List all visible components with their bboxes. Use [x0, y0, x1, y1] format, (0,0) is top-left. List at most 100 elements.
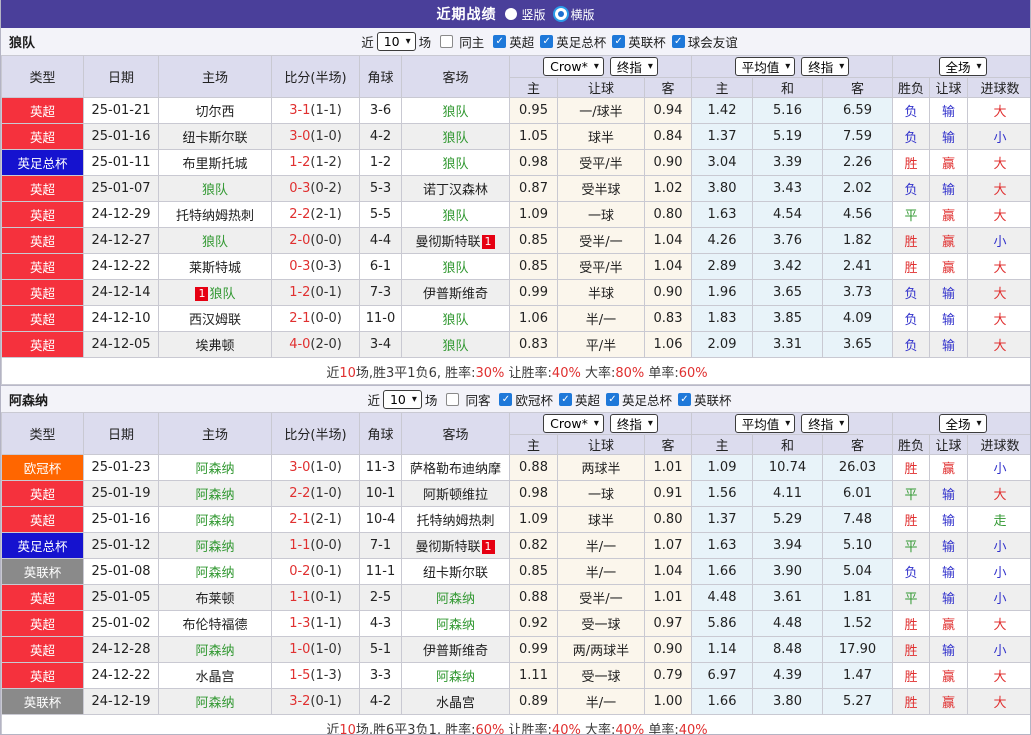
- layout-option-vertical[interactable]: 竖版: [505, 6, 546, 23]
- avg-away-cell: 5.27: [822, 688, 894, 715]
- score-cell: 1-5(1-3): [271, 662, 360, 689]
- filter-controls: 近 10 场 同客 欧冠杯 英超 英足总杯 英联杯: [367, 389, 732, 409]
- avg-away-cell: 5.04: [822, 558, 894, 585]
- league-type-badge: 欧冠杯: [1, 454, 84, 481]
- league-type-badge: 英联杯: [1, 688, 84, 715]
- avg-draw-cell: 3.61: [752, 584, 824, 611]
- odds-home-cell: 0.98: [509, 149, 558, 176]
- odds-stage-select[interactable]: 终指: [609, 57, 658, 76]
- corners-cell: 7-1: [359, 532, 402, 559]
- summary-text-segment: 单率:: [644, 365, 679, 381]
- radio-icon[interactable]: [505, 8, 518, 20]
- corners-cell: 3-3: [359, 662, 402, 689]
- same-venue-checkbox[interactable]: [446, 392, 460, 406]
- team-filter-row: 阿森纳 近 10 场 同客 欧冠杯 英超 英足总杯 英联杯: [1, 385, 1030, 412]
- average-stage-select[interactable]: 终指: [801, 57, 850, 76]
- winlose-result-cell: 胜: [892, 149, 931, 176]
- avg-draw-cell: 5.19: [752, 123, 824, 150]
- near-label: 近: [367, 392, 380, 408]
- team-name: 阿森纳: [9, 393, 49, 409]
- bookmaker-select-label: Crow*: [550, 416, 588, 431]
- summary-text-segment: 场,胜6平3负1, 胜率:: [355, 722, 476, 735]
- handicap-cell: 受半/一: [557, 227, 645, 254]
- league-type-badge: 英超: [1, 279, 84, 306]
- summary-text-segment: 近: [326, 722, 340, 735]
- match-count-select[interactable]: 10: [376, 32, 416, 51]
- same-venue-label: 同客: [465, 392, 491, 408]
- average-select[interactable]: 平均值: [734, 414, 796, 433]
- league-checkbox-label: 英超: [574, 392, 600, 408]
- games-label: 场: [424, 392, 438, 408]
- avg-away-cell: 2.26: [822, 149, 894, 176]
- winlose-result-cell: 胜: [892, 506, 931, 533]
- bookmaker-select-label: Crow*: [550, 59, 588, 74]
- odds-stage-select[interactable]: 终指: [609, 414, 658, 433]
- score-cell: 0-3(0-2): [271, 175, 360, 202]
- league-checkbox[interactable]: [605, 392, 619, 406]
- red-card-badge: 1: [481, 235, 495, 249]
- league-checkbox[interactable]: [558, 392, 572, 406]
- odds-away-cell: 1.01: [643, 454, 693, 481]
- avg-away-cell: 1.81: [822, 584, 894, 611]
- team-cell: 布里斯托城: [158, 149, 272, 176]
- col-home: 主场: [158, 55, 272, 98]
- handicap-result-cell: 输: [929, 97, 969, 124]
- average-stage-select[interactable]: 终指: [801, 414, 850, 433]
- score-cell: 2-2(1-0): [271, 480, 360, 507]
- near-label: 近: [361, 35, 374, 50]
- avg-draw-cell: 4.11: [752, 480, 824, 507]
- period-select[interactable]: 全场: [938, 414, 987, 433]
- handicap-result-cell: 输: [929, 175, 969, 202]
- team-cell: 狼队: [401, 253, 510, 280]
- league-type-badge: 英超: [1, 201, 84, 228]
- league-checkbox-label: 英足总杯: [621, 392, 672, 408]
- odds-home-cell: 0.89: [509, 688, 558, 715]
- bookmaker-select[interactable]: Crow*: [543, 57, 604, 76]
- average-select[interactable]: 平均值: [734, 57, 796, 76]
- league-checkbox[interactable]: [671, 35, 685, 48]
- filter-controls: 近 10 场 同主 英超 英足总杯 英联杯 球会友谊: [361, 32, 738, 51]
- score-cell: 2-0(0-0): [271, 227, 360, 254]
- summary-row: 近10场,胜3平1负6, 胜率:30% 让胜率:40% 大率:80% 单率:60…: [1, 357, 1030, 385]
- league-checkbox[interactable]: [612, 35, 626, 48]
- period-select[interactable]: 全场: [938, 57, 987, 76]
- handicap-cell: 球半: [557, 123, 645, 150]
- avg-away-cell: 6.59: [822, 97, 894, 124]
- odds-away-cell: 1.07: [643, 532, 693, 559]
- winlose-result-cell: 负: [892, 305, 931, 332]
- avg-draw-cell: 4.48: [752, 610, 824, 637]
- date-cell: 25-01-23: [83, 454, 159, 481]
- period-select-label: 全场: [945, 60, 971, 75]
- score-cell: 3-0(1-0): [271, 454, 360, 481]
- table-row: 英超 25-01-05 布莱顿 1-1(0-1) 2-5 阿森纳 0.88 受半/一 1.01 4…: [1, 584, 1030, 611]
- table-row: 英超 25-01-16 纽卡斯尔联 3-0(1-0) 4-2 狼队 1.05 球半 0.84 1.…: [1, 123, 1030, 150]
- corners-cell: 5-5: [359, 201, 402, 228]
- avg-home-cell: 1.56: [691, 480, 754, 507]
- layout-option-horizontal[interactable]: 横版: [554, 6, 595, 23]
- table-row: 英超 25-01-16 阿森纳 2-1(2-1) 10-4 托特纳姆热刺 1.09 球半 0.8…: [1, 506, 1030, 533]
- team-cell: 阿森纳: [158, 506, 272, 533]
- league-checkbox[interactable]: [540, 35, 554, 48]
- match-count-select[interactable]: 10: [382, 389, 422, 409]
- odds-away-cell: 0.91: [643, 480, 693, 507]
- team-cell: 狼队: [401, 123, 510, 150]
- summary-text-segment: 10: [339, 365, 356, 381]
- league-checkbox[interactable]: [493, 35, 507, 48]
- radio-checked-icon[interactable]: [554, 8, 567, 20]
- league-checkbox[interactable]: [678, 392, 691, 406]
- table-row: 英超 24-12-14 1 狼队 1-2(0-1) 7-3 伊普斯维奇 0.99 半球 0.90 1…: [1, 279, 1030, 306]
- winlose-result-cell: 负: [892, 279, 931, 306]
- corners-cell: 5-1: [359, 636, 402, 663]
- table-row: 欧冠杯 25-01-23 阿森纳 3-0(1-0) 11-3 萨格勒布迪纳摩 0.88 两球半…: [1, 454, 1030, 481]
- handicap-result-cell: 输: [929, 279, 969, 306]
- summary-text-segment: 40%: [551, 365, 581, 381]
- avg-draw-cell: 4.54: [752, 201, 824, 228]
- handicap-cell: 一球: [557, 201, 645, 228]
- league-type-badge: 英足总杯: [1, 149, 84, 176]
- same-venue-checkbox[interactable]: [440, 35, 454, 48]
- handicap-cell: 半/一: [557, 558, 645, 585]
- league-checkbox[interactable]: [499, 392, 513, 406]
- date-cell: 24-12-27: [83, 227, 159, 254]
- team-cell: 布伦特福德: [158, 610, 272, 637]
- bookmaker-select[interactable]: Crow*: [543, 414, 604, 433]
